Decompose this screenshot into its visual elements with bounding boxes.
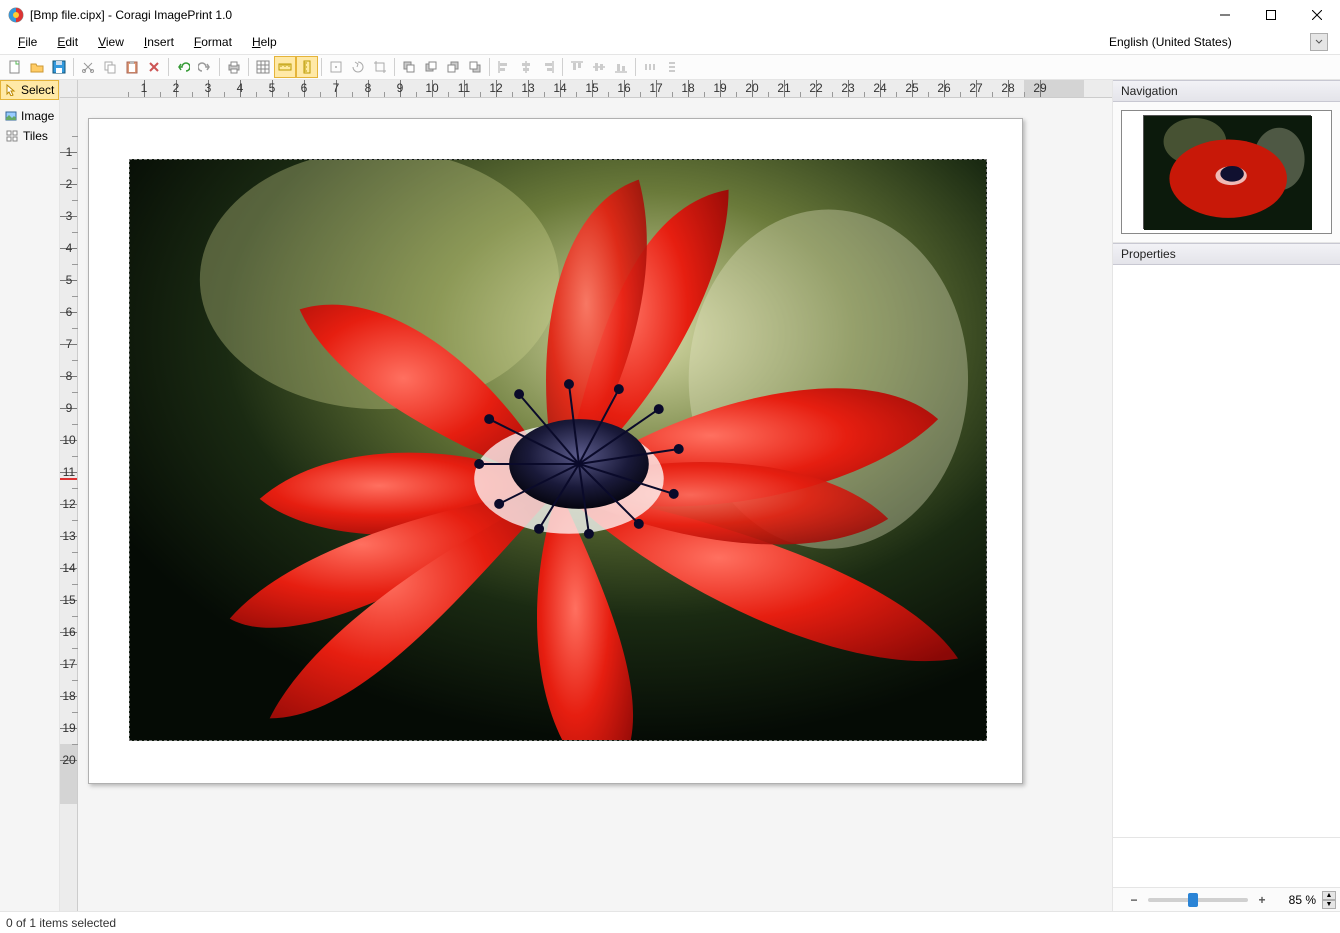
- crop-button[interactable]: [369, 56, 391, 78]
- tool-tiles[interactable]: Tiles: [0, 126, 59, 146]
- tool-image[interactable]: Image: [0, 106, 59, 126]
- right-panels: Navigation Properties: [1112, 80, 1340, 911]
- canvas-area: 1234567891011121314151617181920212223242…: [60, 80, 1112, 911]
- navigation-panel: [1113, 102, 1340, 243]
- menu-insert[interactable]: Insert: [134, 32, 184, 52]
- bring-front-button[interactable]: [398, 56, 420, 78]
- bottom-right-panel: [1113, 837, 1340, 887]
- menu-file[interactable]: File: [8, 32, 47, 52]
- send-back-button[interactable]: [464, 56, 486, 78]
- titlebar: [Bmp file.cipx] - Coragi ImagePrint 1.0: [0, 0, 1340, 30]
- page-viewport[interactable]: [78, 98, 1112, 911]
- zoom-bar: − + 85 % ▲▼: [1113, 887, 1340, 911]
- new-button[interactable]: [4, 56, 26, 78]
- properties-panel-header[interactable]: Properties: [1113, 243, 1340, 265]
- language-selected: English (United States): [1104, 32, 1310, 52]
- bring-forward-button[interactable]: [420, 56, 442, 78]
- redo-button[interactable]: [194, 56, 216, 78]
- snap-button[interactable]: [325, 56, 347, 78]
- print-button[interactable]: [223, 56, 245, 78]
- align-left-button[interactable]: [493, 56, 515, 78]
- zoom-slider[interactable]: [1148, 898, 1248, 902]
- image-icon: [5, 109, 17, 123]
- app-icon: [8, 7, 24, 23]
- maximize-button[interactable]: [1248, 0, 1294, 29]
- tool-tiles-label: Tiles: [23, 129, 48, 143]
- paste-button[interactable]: [121, 56, 143, 78]
- save-button[interactable]: [48, 56, 70, 78]
- statusbar: 0 of 1 items selected: [0, 911, 1340, 933]
- zoom-in-button[interactable]: +: [1254, 892, 1270, 908]
- cut-button[interactable]: [77, 56, 99, 78]
- undo-button[interactable]: [172, 56, 194, 78]
- copy-button[interactable]: [99, 56, 121, 78]
- chevron-down-icon[interactable]: [1310, 33, 1328, 51]
- grid-button[interactable]: [252, 56, 274, 78]
- align-top-button[interactable]: [566, 56, 588, 78]
- rotate-button[interactable]: [347, 56, 369, 78]
- hruler-toggle-button[interactable]: [274, 56, 296, 78]
- open-button[interactable]: [26, 56, 48, 78]
- page[interactable]: [88, 118, 1023, 784]
- toolbar: [0, 54, 1340, 80]
- vertical-ruler[interactable]: 1234567891011121314151617181920: [60, 98, 78, 911]
- zoom-spinner[interactable]: ▲▼: [1322, 891, 1336, 909]
- window-controls: [1202, 0, 1340, 29]
- tool-image-label: Image: [21, 109, 54, 123]
- vruler-toggle-button[interactable]: [296, 56, 318, 78]
- tiles-icon: [5, 129, 19, 143]
- align-center-h-button[interactable]: [515, 56, 537, 78]
- menu-help[interactable]: Help: [242, 32, 287, 52]
- menubar: File Edit View Insert Format Help Englis…: [0, 30, 1340, 54]
- image-object[interactable]: [129, 159, 987, 741]
- menu-edit[interactable]: Edit: [47, 32, 88, 52]
- delete-button[interactable]: [143, 56, 165, 78]
- menu-format[interactable]: Format: [184, 32, 242, 52]
- left-toolbox: Select Image Tiles: [0, 80, 60, 911]
- cursor-icon: [5, 83, 17, 97]
- align-bottom-button[interactable]: [610, 56, 632, 78]
- close-button[interactable]: [1294, 0, 1340, 29]
- zoom-out-button[interactable]: −: [1126, 892, 1142, 908]
- language-select[interactable]: English (United States): [1104, 32, 1328, 52]
- menu-view[interactable]: View: [88, 32, 134, 52]
- navigation-thumbnail[interactable]: [1121, 110, 1332, 234]
- window-title: [Bmp file.cipx] - Coragi ImagePrint 1.0: [30, 8, 1202, 22]
- status-selection: 0 of 1 items selected: [6, 916, 116, 930]
- horizontal-ruler[interactable]: 1234567891011121314151617181920212223242…: [78, 80, 1112, 98]
- properties-panel: [1113, 265, 1340, 837]
- align-center-v-button[interactable]: [588, 56, 610, 78]
- minimize-button[interactable]: [1202, 0, 1248, 29]
- zoom-value: 85 %: [1276, 893, 1316, 907]
- distribute-v-button[interactable]: [661, 56, 683, 78]
- navigation-panel-header[interactable]: Navigation: [1113, 80, 1340, 102]
- tool-select[interactable]: Select: [0, 80, 59, 100]
- tool-select-label: Select: [21, 83, 54, 97]
- ruler-corner: [60, 80, 78, 98]
- align-right-button[interactable]: [537, 56, 559, 78]
- distribute-h-button[interactable]: [639, 56, 661, 78]
- send-backward-button[interactable]: [442, 56, 464, 78]
